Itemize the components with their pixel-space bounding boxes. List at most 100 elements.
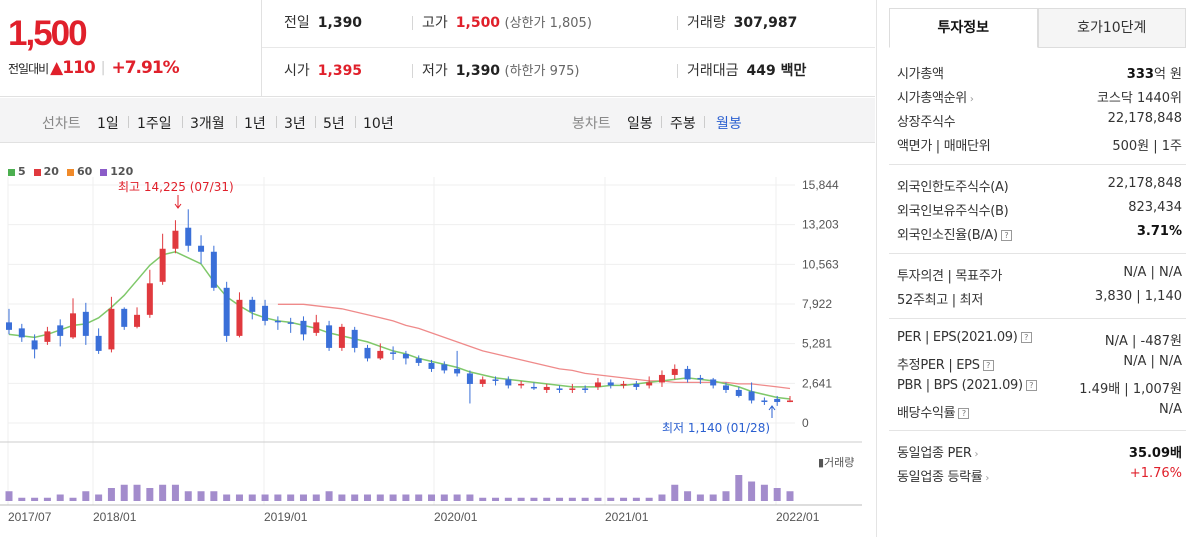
arrow-right-icon[interactable]: › [982,473,989,484]
info-row: 상장주식수 22,178,848 [897,111,1182,131]
y-tick-label: 5,281 [802,337,832,351]
info-key: 시가총액 [897,67,944,82]
candle-body [761,400,768,402]
separator [355,116,356,128]
tab-daily[interactable]: 일봉 [627,113,653,133]
info-value: 22,178,848 [1107,176,1182,191]
info-row: 배당수익률? N/A [897,402,1182,422]
volume-bar [722,491,730,501]
candle-body [428,362,435,369]
volume-bar [748,481,756,501]
price-change: 전일대비 ▲ 110 | +7.91% [8,58,180,78]
candle-body [454,368,461,374]
volume-bar [773,488,781,501]
candle-body [146,283,153,315]
section-divider [889,164,1186,165]
info-key: 52주최고 | 최저 [897,293,983,308]
arrow-right-icon[interactable]: › [967,94,974,105]
volume-bar [492,497,500,501]
down-arrow-icon [174,195,182,209]
volume-bar [5,491,13,501]
info-value: 코스닥 1440위 [1096,91,1182,106]
candle-body [364,347,371,359]
candle-body [300,320,307,335]
tab-5y[interactable]: 5년 [323,113,345,133]
info-key: PBR | BPS (2021.09)? [897,378,1037,393]
info-row: PER | EPS(2021.09)? N/A | -487원 [897,330,1182,350]
day-low: 저가 1,390 (하한가 975) [422,63,580,79]
candle-body [735,389,742,396]
line-chart-label: 선차트 [42,116,81,132]
volume-bar [786,491,794,501]
diff-label: 전일대비 [8,61,49,76]
separator [236,116,237,128]
x-tick-label: 2021/01 [605,510,649,524]
help-icon[interactable]: ? [982,360,994,371]
candle-body [543,386,550,390]
candle-body [646,382,653,386]
tab-10y[interactable]: 10년 [363,113,394,133]
candle-body [722,385,729,390]
section-divider [889,253,1186,254]
candle-body [710,379,717,386]
tab-3y[interactable]: 3년 [284,113,306,133]
volume-bar [453,494,461,501]
open: 시가 1,395 [284,63,363,79]
volume-bar [274,494,282,501]
tab-weekly[interactable]: 주봉 [670,113,696,133]
info-value: 35.09배 [1128,446,1182,461]
summary-row-2: 시가 1,395 저가 1,390 (하한가 975) 거래대금 449 백만 [262,48,875,96]
candle-body [607,382,614,386]
volume-bar [696,494,704,501]
tab-monthly[interactable]: 월봉 [716,113,742,133]
candle-body [390,352,397,354]
tab-1d[interactable]: 1일 [97,113,119,133]
trade-amount: 거래대금 449 백만 [687,63,807,79]
price-box: 1,500 전일대비 ▲ 110 | +7.91% [0,0,262,97]
info-row: 외국인소진율(B/A)? 3.71% [897,224,1182,244]
help-icon[interactable]: ? [1000,230,1012,241]
volume-bar [556,497,564,501]
volume-bar [594,497,602,501]
info-row: 동일업종 PER › 35.09배 [897,442,1182,462]
info-row: 추정PER | EPS? N/A | N/A [897,354,1182,374]
volume-bar [235,494,243,501]
volume-bar [466,494,474,501]
help-icon[interactable]: ? [958,408,970,419]
arrow-right-icon[interactable]: › [972,449,979,460]
candle-body [262,305,269,321]
price-summary: 전일 1,390 고가 1,500 (상한가 1,805) 거래량 307,987 시… [262,0,875,97]
tab-orderbook[interactable]: 호가10단계 [1037,8,1186,48]
chart-canvas[interactable]: 15,844 13,203 10,563 7,922 5,281 2,641 0 ▮거래량 20… [0,145,875,537]
candle-body [172,230,179,249]
tab-1y[interactable]: 1년 [244,113,266,133]
help-icon[interactable]: ? [1025,380,1037,391]
volume-bar [389,494,397,501]
up-arrow-icon [768,405,776,418]
volume-bar [325,491,333,501]
info-value: 3.71% [1136,224,1182,239]
candle-body [287,322,294,324]
info-row: 액면가 | 매매단위 500원 | 1주 [897,135,1182,155]
candle-body [31,340,38,350]
tab-investment-info[interactable]: 투자정보 [889,8,1038,48]
candle-body [185,227,192,246]
separator [128,116,129,128]
info-value: 1.49배 | 1,007원 [1079,382,1182,397]
tab-3m[interactable]: 3개월 [190,113,225,133]
candle-body [505,379,512,386]
help-icon[interactable]: ? [1020,332,1032,343]
info-row: PBR | BPS (2021.09)? 1.49배 | 1,007원 [897,378,1182,398]
candle-body [274,320,281,323]
tab-1w[interactable]: 1주일 [137,113,172,133]
info-key: 상장주식수 [897,115,956,130]
volume-bar [351,494,359,501]
volume-bar [299,494,307,501]
info-value: N/A | N/A [1123,265,1182,280]
candle-body [658,374,665,383]
volume-bar [363,494,371,501]
candle-body [236,299,243,336]
volume-bar [428,494,436,501]
y-tick-label: 10,563 [802,257,839,271]
info-value: 333억 원 [1126,67,1182,82]
